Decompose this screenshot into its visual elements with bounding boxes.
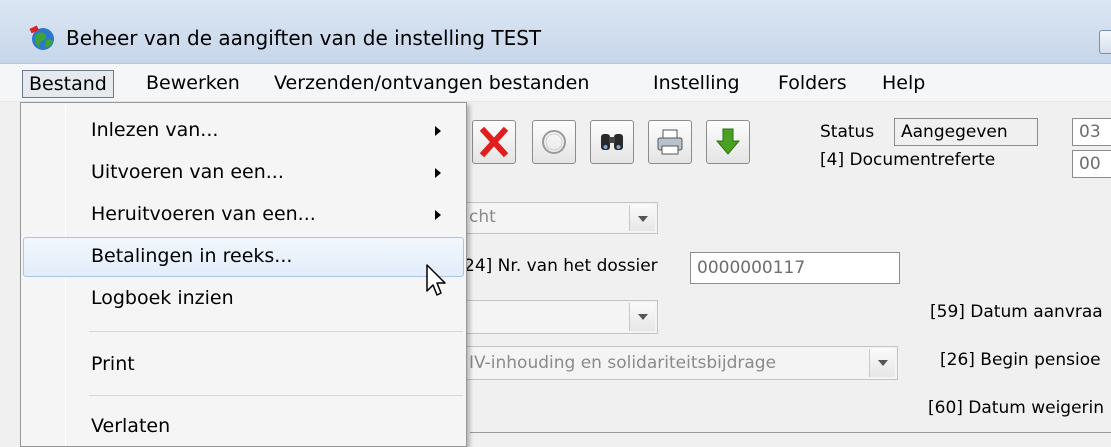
chevron-down-icon[interactable] [869, 349, 895, 377]
docref-label: [4] Documentreferte [820, 150, 996, 170]
inhouding-combo[interactable]: IV-inhouding en solidariteitsbijdrage [462, 346, 898, 380]
chevron-down-icon[interactable] [629, 303, 655, 331]
mouse-cursor-icon [426, 264, 446, 296]
chevron-down-icon[interactable] [629, 205, 655, 231]
minimize-button[interactable] [1099, 30, 1111, 54]
menu-instelling[interactable]: Instelling [647, 70, 746, 98]
menu-bewerken[interactable]: Bewerken [140, 70, 246, 98]
menu-folders[interactable]: Folders [772, 70, 853, 98]
type-combo[interactable]: cht [462, 202, 658, 234]
dossier-label: 24] Nr. van het dossier [464, 256, 658, 276]
menu-separator [89, 331, 463, 332]
search-button[interactable] [590, 120, 634, 164]
menu-item-heruitvoeren[interactable]: Heruitvoeren van een... [23, 195, 464, 235]
tab-strip [470, 432, 1111, 447]
status-right-field[interactable]: 03 [1072, 118, 1111, 146]
menu-help[interactable]: Help [876, 70, 931, 98]
submenu-arrow-icon [435, 168, 441, 178]
docref-field[interactable]: 00 [1072, 150, 1111, 178]
status-value: Aangegeven [894, 118, 1038, 146]
menu-item-label: Print [91, 353, 135, 375]
inhouding-combo-value: IV-inhouding en solidariteitsbijdrage [469, 353, 777, 373]
menu-bestand[interactable]: Bestand [22, 70, 114, 98]
printer-icon [657, 129, 683, 155]
type-combo-value: cht [469, 207, 496, 227]
status-label: Status [820, 122, 875, 142]
menu-item-label: Inlezen van... [91, 119, 219, 141]
submenu-arrow-icon [435, 210, 441, 220]
datum-weigering-label: [60] Datum weigerin [928, 398, 1105, 418]
print-button[interactable] [648, 120, 692, 164]
refresh-button[interactable] [532, 120, 576, 164]
menu-item-label: Heruitvoeren van een... [91, 203, 316, 225]
window-title: Beheer van de aangiften van de instellin… [66, 26, 542, 50]
second-combo[interactable] [462, 300, 658, 334]
dossier-input[interactable]: 0000000117 [690, 252, 900, 284]
download-button[interactable] [706, 120, 750, 164]
begin-pensioen-label: [26] Begin pensioe [940, 350, 1101, 370]
menu-item-label: Verlaten [91, 415, 171, 437]
menu-item-label: Uitvoeren van een... [91, 161, 284, 183]
menu-item-betalingen[interactable]: Betalingen in reeks... [23, 237, 464, 277]
title-bar: Beheer van de aangiften van de instellin… [0, 0, 1111, 64]
menu-item-print[interactable]: Print [23, 345, 464, 385]
circle-icon [542, 130, 566, 154]
menu-item-verlaten[interactable]: Verlaten [23, 407, 464, 447]
file-menu-dropdown: Inlezen van... Uitvoeren van een... Heru… [20, 102, 467, 447]
menu-item-logboek[interactable]: Logboek inzien [23, 279, 464, 319]
arrow-down-icon [715, 128, 741, 155]
binoculars-icon [601, 134, 623, 150]
menu-item-uitvoeren[interactable]: Uitvoeren van een... [23, 153, 464, 193]
app-logo-icon [29, 25, 54, 50]
menu-bar: Bestand Bewerken Verzenden/ontvangen bes… [0, 64, 1111, 102]
submenu-arrow-icon [435, 126, 441, 136]
datum-aanvraag-label: [59] Datum aanvraa [930, 302, 1103, 322]
menu-item-label: Betalingen in reeks... [91, 245, 293, 267]
delete-button[interactable] [472, 120, 516, 164]
menu-separator [89, 395, 463, 396]
menu-verzenden-ontvangen[interactable]: Verzenden/ontvangen bestanden [268, 70, 595, 98]
delete-icon [479, 126, 509, 158]
menu-item-inlezen[interactable]: Inlezen van... [23, 111, 464, 151]
menu-item-label: Logboek inzien [91, 287, 234, 309]
